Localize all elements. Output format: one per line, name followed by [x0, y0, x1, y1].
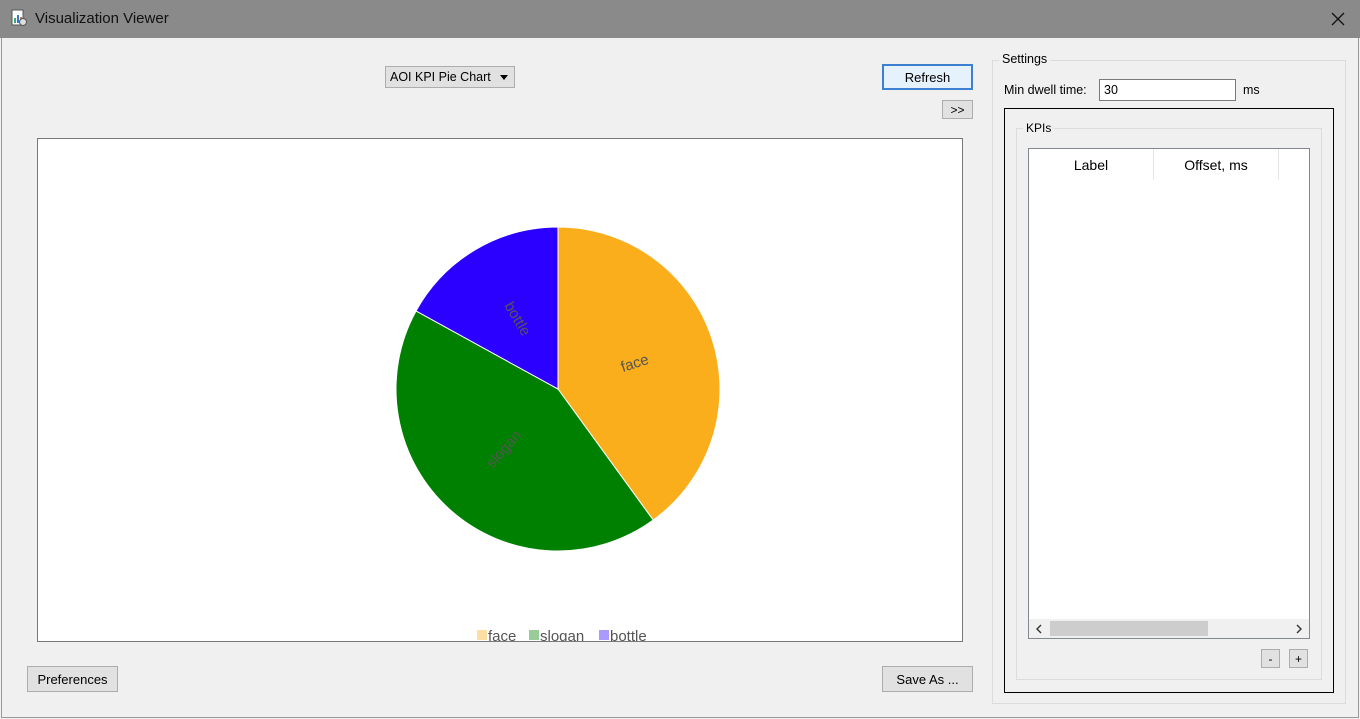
- legend-label-bottle: bottle: [610, 628, 647, 642]
- scroll-right-arrow[interactable]: [1289, 619, 1309, 638]
- preferences-button-label: Preferences: [37, 671, 108, 687]
- close-button[interactable]: [1316, 0, 1360, 38]
- legend-label-slogan: slogan: [540, 628, 584, 642]
- chevron-down-icon: [500, 75, 508, 80]
- legend-label-face: face: [488, 628, 516, 642]
- chart-panel: face slogan bottle face slogan bottle: [37, 138, 963, 642]
- settings-title: Settings: [999, 52, 1051, 66]
- chart-type-value: AOI KPI Pie Chart: [390, 70, 491, 84]
- expand-button-label: >>: [950, 102, 965, 117]
- min-dwell-input[interactable]: [1099, 79, 1236, 101]
- column-header-offset-text: Offset, ms: [1184, 156, 1248, 173]
- preferences-button[interactable]: Preferences: [27, 666, 118, 692]
- horizontal-scrollbar[interactable]: [1029, 619, 1309, 638]
- window-title: Visualization Viewer: [35, 10, 169, 27]
- remove-kpi-button[interactable]: -: [1261, 649, 1280, 668]
- chart-type-select[interactable]: AOI KPI Pie Chart: [385, 66, 515, 88]
- column-header-label-text: Label: [1073, 156, 1109, 173]
- chevron-left-icon: [1036, 624, 1042, 633]
- legend-swatch-face: [477, 630, 487, 640]
- save-as-button-label: Save As ...: [896, 671, 959, 687]
- min-dwell-label: Min dwell time:: [1004, 83, 1087, 97]
- min-dwell-unit: ms: [1243, 83, 1260, 97]
- app-icon: [11, 9, 27, 26]
- remove-kpi-label: -: [1268, 651, 1273, 666]
- refresh-button-label: Refresh: [904, 69, 951, 85]
- expand-button[interactable]: >>: [942, 100, 973, 119]
- save-as-button[interactable]: Save As ...: [882, 666, 973, 692]
- scroll-left-arrow[interactable]: [1029, 619, 1049, 638]
- legend-swatch-bottle: [599, 630, 609, 640]
- close-icon: [1331, 12, 1345, 26]
- title-bar: Visualization Viewer: [0, 0, 1360, 38]
- legend-swatch-slogan: [529, 630, 539, 640]
- chevron-right-icon: [1296, 624, 1302, 633]
- pie-chart: facesloganbottleface slogan bottle: [395, 226, 721, 642]
- kpis-title: KPIs: [1023, 121, 1055, 135]
- add-kpi-button[interactable]: +: [1289, 649, 1308, 668]
- column-header-offset[interactable]: Offset, ms: [1154, 149, 1279, 180]
- add-kpi-label: +: [1294, 651, 1302, 666]
- column-header-label[interactable]: Label: [1029, 149, 1154, 180]
- refresh-button[interactable]: Refresh: [882, 64, 973, 90]
- kpi-table[interactable]: Label Offset, ms: [1028, 148, 1310, 639]
- scrollbar-thumb[interactable]: [1050, 621, 1208, 636]
